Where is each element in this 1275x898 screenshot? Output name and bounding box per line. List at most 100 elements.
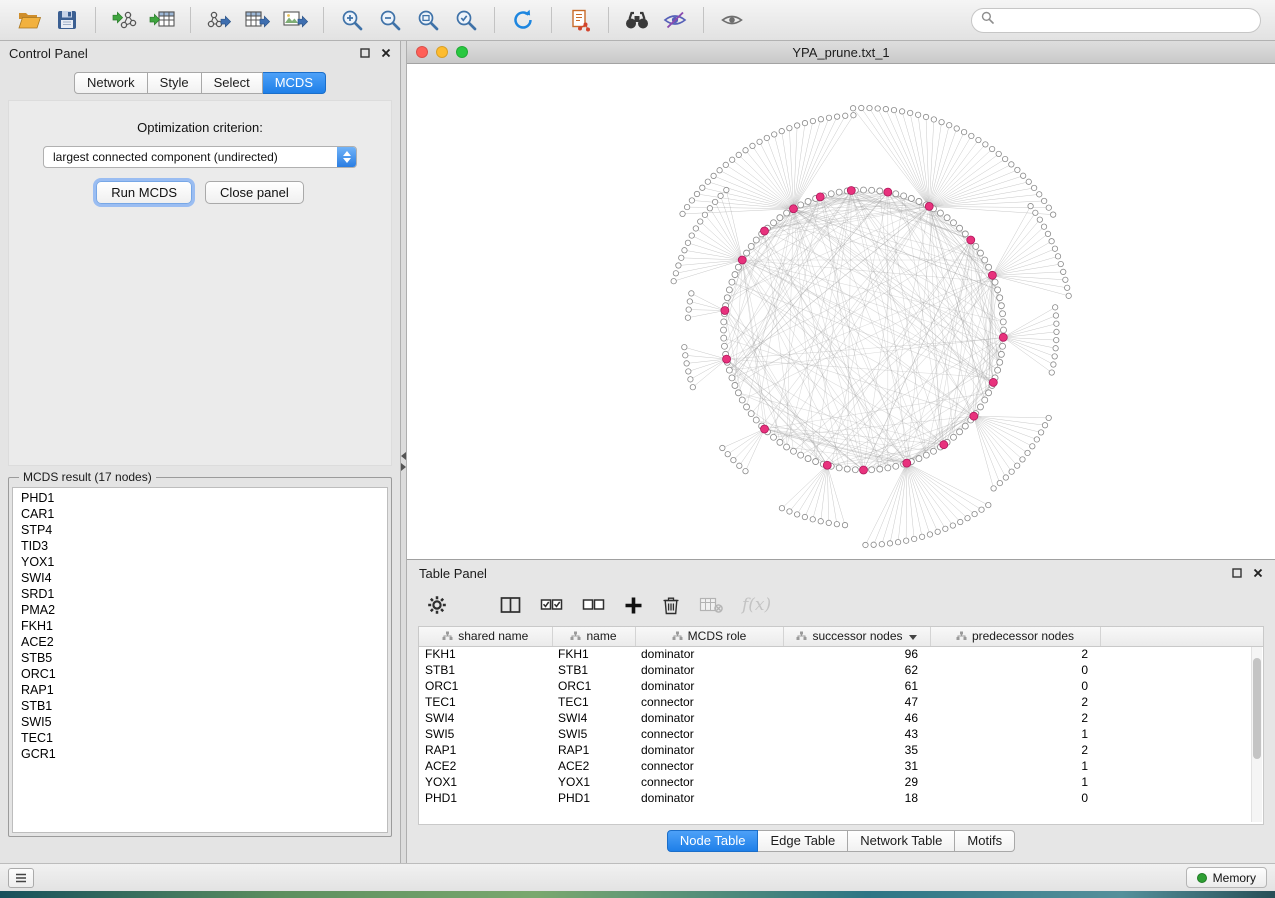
find-icon[interactable] [618,4,656,36]
tab-mcds[interactable]: MCDS [263,72,326,94]
export-network-icon[interactable] [200,4,238,36]
column-header-name[interactable]: name [552,627,635,646]
cell-predecessor-nodes[interactable]: 1 [930,774,1100,790]
cell-shared-name[interactable]: YOX1 [419,774,552,790]
graphics-details-icon[interactable] [656,4,694,36]
cell-MCDS-role[interactable]: connector [635,694,783,710]
table-row[interactable]: PHD1PHD1dominator180 [419,790,1263,806]
cell-predecessor-nodes[interactable]: 1 [930,758,1100,774]
tab-motifs[interactable]: Motifs [955,830,1015,852]
cell-name[interactable]: TEC1 [552,694,635,710]
tab-style[interactable]: Style [148,72,202,94]
table-scrollbar[interactable] [1251,647,1262,822]
mcds-result-item[interactable]: SWI5 [13,714,387,730]
column-header-successor-nodes[interactable]: successor nodes [783,627,930,646]
mcds-result-item[interactable]: SRD1 [13,586,387,602]
mcds-result-item[interactable]: TEC1 [13,730,387,746]
cell-MCDS-role[interactable]: connector [635,758,783,774]
cell-MCDS-role[interactable]: dominator [635,662,783,678]
cell-successor-nodes[interactable]: 29 [783,774,930,790]
cell-name[interactable]: SWI4 [552,710,635,726]
column-header-MCDS-role[interactable]: MCDS role [635,627,783,646]
mcds-result-item[interactable]: STB1 [13,698,387,714]
optimization-criterion-dropdown[interactable]: largest connected component (undirected) [43,146,357,168]
cell-shared-name[interactable]: ORC1 [419,678,552,694]
tab-network[interactable]: Network [74,72,148,94]
import-network-icon[interactable] [105,4,143,36]
cell-successor-nodes[interactable]: 31 [783,758,930,774]
export-image-icon[interactable] [276,4,314,36]
float-panel-icon[interactable] [360,48,370,58]
float-table-panel-icon[interactable] [1232,568,1242,578]
cell-name[interactable]: ACE2 [552,758,635,774]
table-row[interactable]: SWI4SWI4dominator462 [419,710,1263,726]
mcds-result-item[interactable]: RAP1 [13,682,387,698]
table-row[interactable]: YOX1YOX1connector291 [419,774,1263,790]
cell-successor-nodes[interactable]: 62 [783,662,930,678]
eye-icon[interactable] [713,4,751,36]
cell-name[interactable]: FKH1 [552,646,635,662]
cell-name[interactable]: RAP1 [552,742,635,758]
tab-node-table[interactable]: Node Table [667,830,759,852]
table-row[interactable]: TEC1TEC1connector472 [419,694,1263,710]
mcds-result-item[interactable]: FKH1 [13,618,387,634]
column-header-shared-name[interactable]: shared name [419,627,552,646]
zoom-window-button[interactable] [456,46,468,58]
cell-shared-name[interactable]: STB1 [419,662,552,678]
cell-predecessor-nodes[interactable]: 2 [930,742,1100,758]
memory-button[interactable]: Memory [1186,867,1267,888]
close-table-panel-icon[interactable] [1253,568,1263,578]
cell-predecessor-nodes[interactable]: 0 [930,662,1100,678]
split-panel-icon[interactable] [500,596,521,614]
cell-predecessor-nodes[interactable]: 2 [930,646,1100,662]
mcds-result-item[interactable]: CAR1 [13,506,387,522]
cell-successor-nodes[interactable]: 96 [783,646,930,662]
cell-successor-nodes[interactable]: 35 [783,742,930,758]
mcds-result-item[interactable]: ACE2 [13,634,387,650]
search-input[interactable] [1000,13,1251,27]
mcds-result-item[interactable]: PHD1 [13,490,387,506]
cell-predecessor-nodes[interactable]: 0 [930,678,1100,694]
cell-successor-nodes[interactable]: 43 [783,726,930,742]
cell-name[interactable]: STB1 [552,662,635,678]
select-all-icon[interactable] [540,596,563,614]
cell-MCDS-role[interactable]: dominator [635,710,783,726]
zoom-out-icon[interactable] [371,4,409,36]
cell-MCDS-role[interactable]: connector [635,726,783,742]
cell-name[interactable]: YOX1 [552,774,635,790]
cell-predecessor-nodes[interactable]: 2 [930,694,1100,710]
cell-predecessor-nodes[interactable]: 1 [930,726,1100,742]
cell-name[interactable]: ORC1 [552,678,635,694]
cell-name[interactable]: PHD1 [552,790,635,806]
tab-select[interactable]: Select [202,72,263,94]
close-window-button[interactable] [416,46,428,58]
cell-name[interactable]: SWI5 [552,726,635,742]
mcds-result-item[interactable]: TID3 [13,538,387,554]
table-row[interactable]: RAP1RAP1dominator352 [419,742,1263,758]
deselect-all-icon[interactable] [582,596,605,614]
zoom-in-icon[interactable] [333,4,371,36]
mcds-result-item[interactable]: GCR1 [13,746,387,762]
mcds-result-item[interactable]: YOX1 [13,554,387,570]
cell-MCDS-role[interactable]: connector [635,774,783,790]
clone-network-icon[interactable] [561,4,599,36]
panel-splitter[interactable] [400,41,407,863]
table-scrollbar-thumb[interactable] [1253,658,1261,760]
table-row[interactable]: STB1STB1dominator620 [419,662,1263,678]
cell-successor-nodes[interactable]: 46 [783,710,930,726]
menu-list-button[interactable] [8,868,34,888]
table-row[interactable]: ACE2ACE2connector311 [419,758,1263,774]
cell-shared-name[interactable]: SWI5 [419,726,552,742]
cell-MCDS-role[interactable]: dominator [635,646,783,662]
mcds-result-item[interactable]: ORC1 [13,666,387,682]
cell-predecessor-nodes[interactable]: 2 [930,710,1100,726]
mcds-result-item[interactable]: SWI4 [13,570,387,586]
add-row-icon[interactable] [624,596,643,615]
zoom-fit-icon[interactable] [409,4,447,36]
network-canvas[interactable] [407,64,1275,559]
cell-MCDS-role[interactable]: dominator [635,790,783,806]
table-row[interactable]: ORC1ORC1dominator610 [419,678,1263,694]
save-session-icon[interactable] [48,4,86,36]
cell-predecessor-nodes[interactable]: 0 [930,790,1100,806]
close-panel-button[interactable]: Close panel [205,181,304,204]
